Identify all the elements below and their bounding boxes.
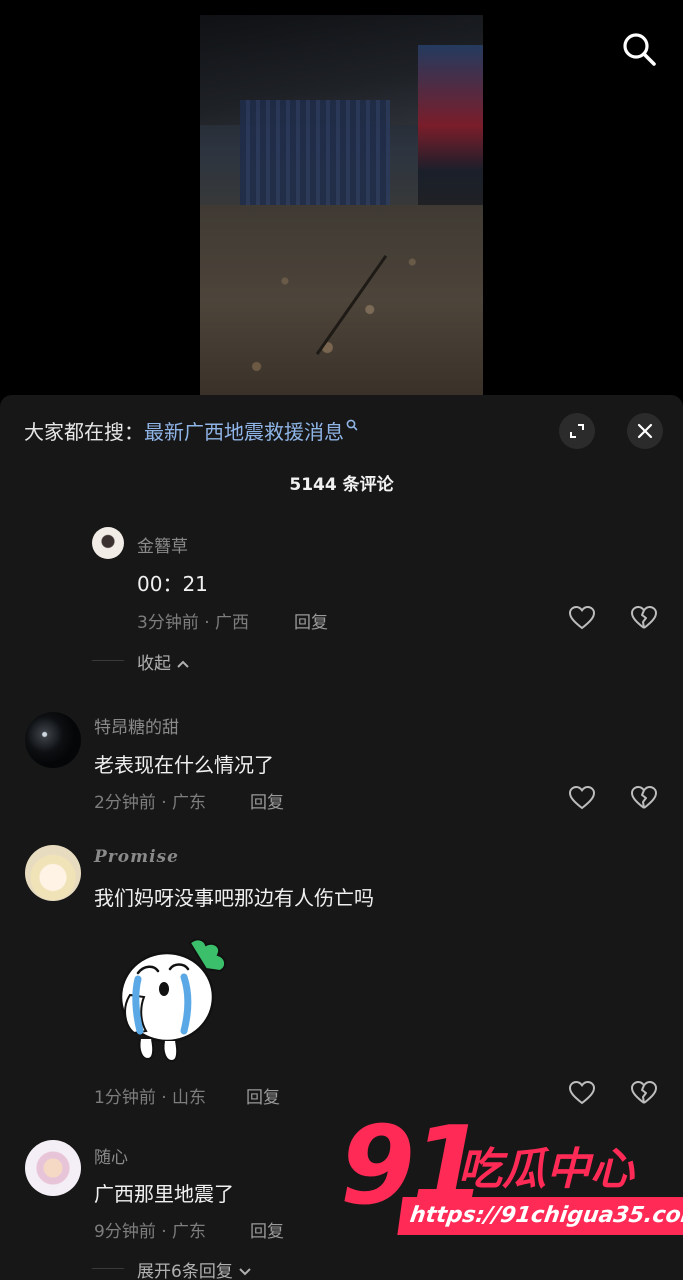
reply-button[interactable]: 回复	[250, 1217, 284, 1242]
trending-search-prefix: 大家都在搜：	[24, 420, 144, 444]
broken-heart-icon[interactable]	[630, 604, 658, 632]
comment-text: 老表现在什么情况了	[94, 753, 274, 777]
trending-search-link[interactable]: 最新广西地震救援消息	[144, 420, 344, 444]
expand-replies-button[interactable]: 展开6条回复	[137, 1257, 252, 1280]
expand-button[interactable]	[559, 413, 595, 449]
trending-search-bar: 大家都在搜：最新广西地震救援消息	[24, 419, 358, 445]
comment-username[interactable]: 金簪草	[137, 532, 188, 557]
thread-divider	[92, 660, 124, 661]
reply-button[interactable]: 回复	[250, 788, 284, 813]
avatar[interactable]	[25, 845, 81, 901]
broken-heart-icon[interactable]	[630, 784, 658, 812]
chevron-down-icon	[239, 1268, 251, 1276]
video-player-area[interactable]	[0, 0, 683, 400]
video-shopfront	[418, 45, 483, 225]
comment-count: 5144 条评论	[289, 475, 394, 495]
comment-username[interactable]: Promise	[94, 847, 179, 867]
avatar[interactable]	[92, 527, 124, 559]
comment-meta: 2分钟前 · 广东	[94, 793, 207, 813]
comment-username[interactable]: 随心	[94, 1143, 128, 1168]
comment-meta: 1分钟前 · 山东	[94, 1088, 207, 1108]
close-icon	[637, 423, 653, 439]
reply-button[interactable]: 回复	[246, 1083, 280, 1108]
comment-text: 00：21	[137, 572, 208, 596]
expand-replies-label: 展开6条回复	[137, 1262, 233, 1280]
comment-text: 广西那里地震了	[94, 1182, 234, 1206]
close-button[interactable]	[627, 413, 663, 449]
crying-radish-sticker	[119, 938, 226, 1063]
comment-meta: 9分钟前 · 广东	[94, 1222, 207, 1242]
heart-icon[interactable]	[568, 784, 596, 812]
comments-sheet: 大家都在搜：最新广西地震救援消息 5144 条评论 金簪草 00：21 3分钟前…	[0, 395, 683, 1280]
comment-text: 我们妈呀没事吧那边有人伤亡吗	[94, 886, 374, 910]
comment-meta: 3分钟前 · 广西	[137, 613, 250, 633]
collapse-replies-button[interactable]: 收起	[137, 649, 190, 674]
search-icon[interactable]	[618, 28, 660, 70]
expand-icon	[570, 424, 584, 438]
heart-icon[interactable]	[568, 604, 596, 632]
chevron-up-icon	[177, 660, 190, 668]
video-floor-debris	[200, 205, 483, 395]
avatar[interactable]	[25, 1140, 81, 1196]
broken-heart-icon[interactable]	[630, 1079, 658, 1107]
avatar[interactable]	[25, 712, 81, 768]
thread-divider	[92, 1268, 124, 1269]
video-shutter	[240, 100, 390, 205]
mini-search-icon[interactable]	[346, 419, 358, 433]
reply-button[interactable]: 回复	[294, 608, 328, 633]
comment-username[interactable]: 特昂糖的甜	[94, 713, 179, 738]
heart-icon[interactable]	[568, 1079, 596, 1107]
collapse-label: 收起	[137, 654, 171, 674]
video-frame[interactable]	[200, 15, 483, 395]
